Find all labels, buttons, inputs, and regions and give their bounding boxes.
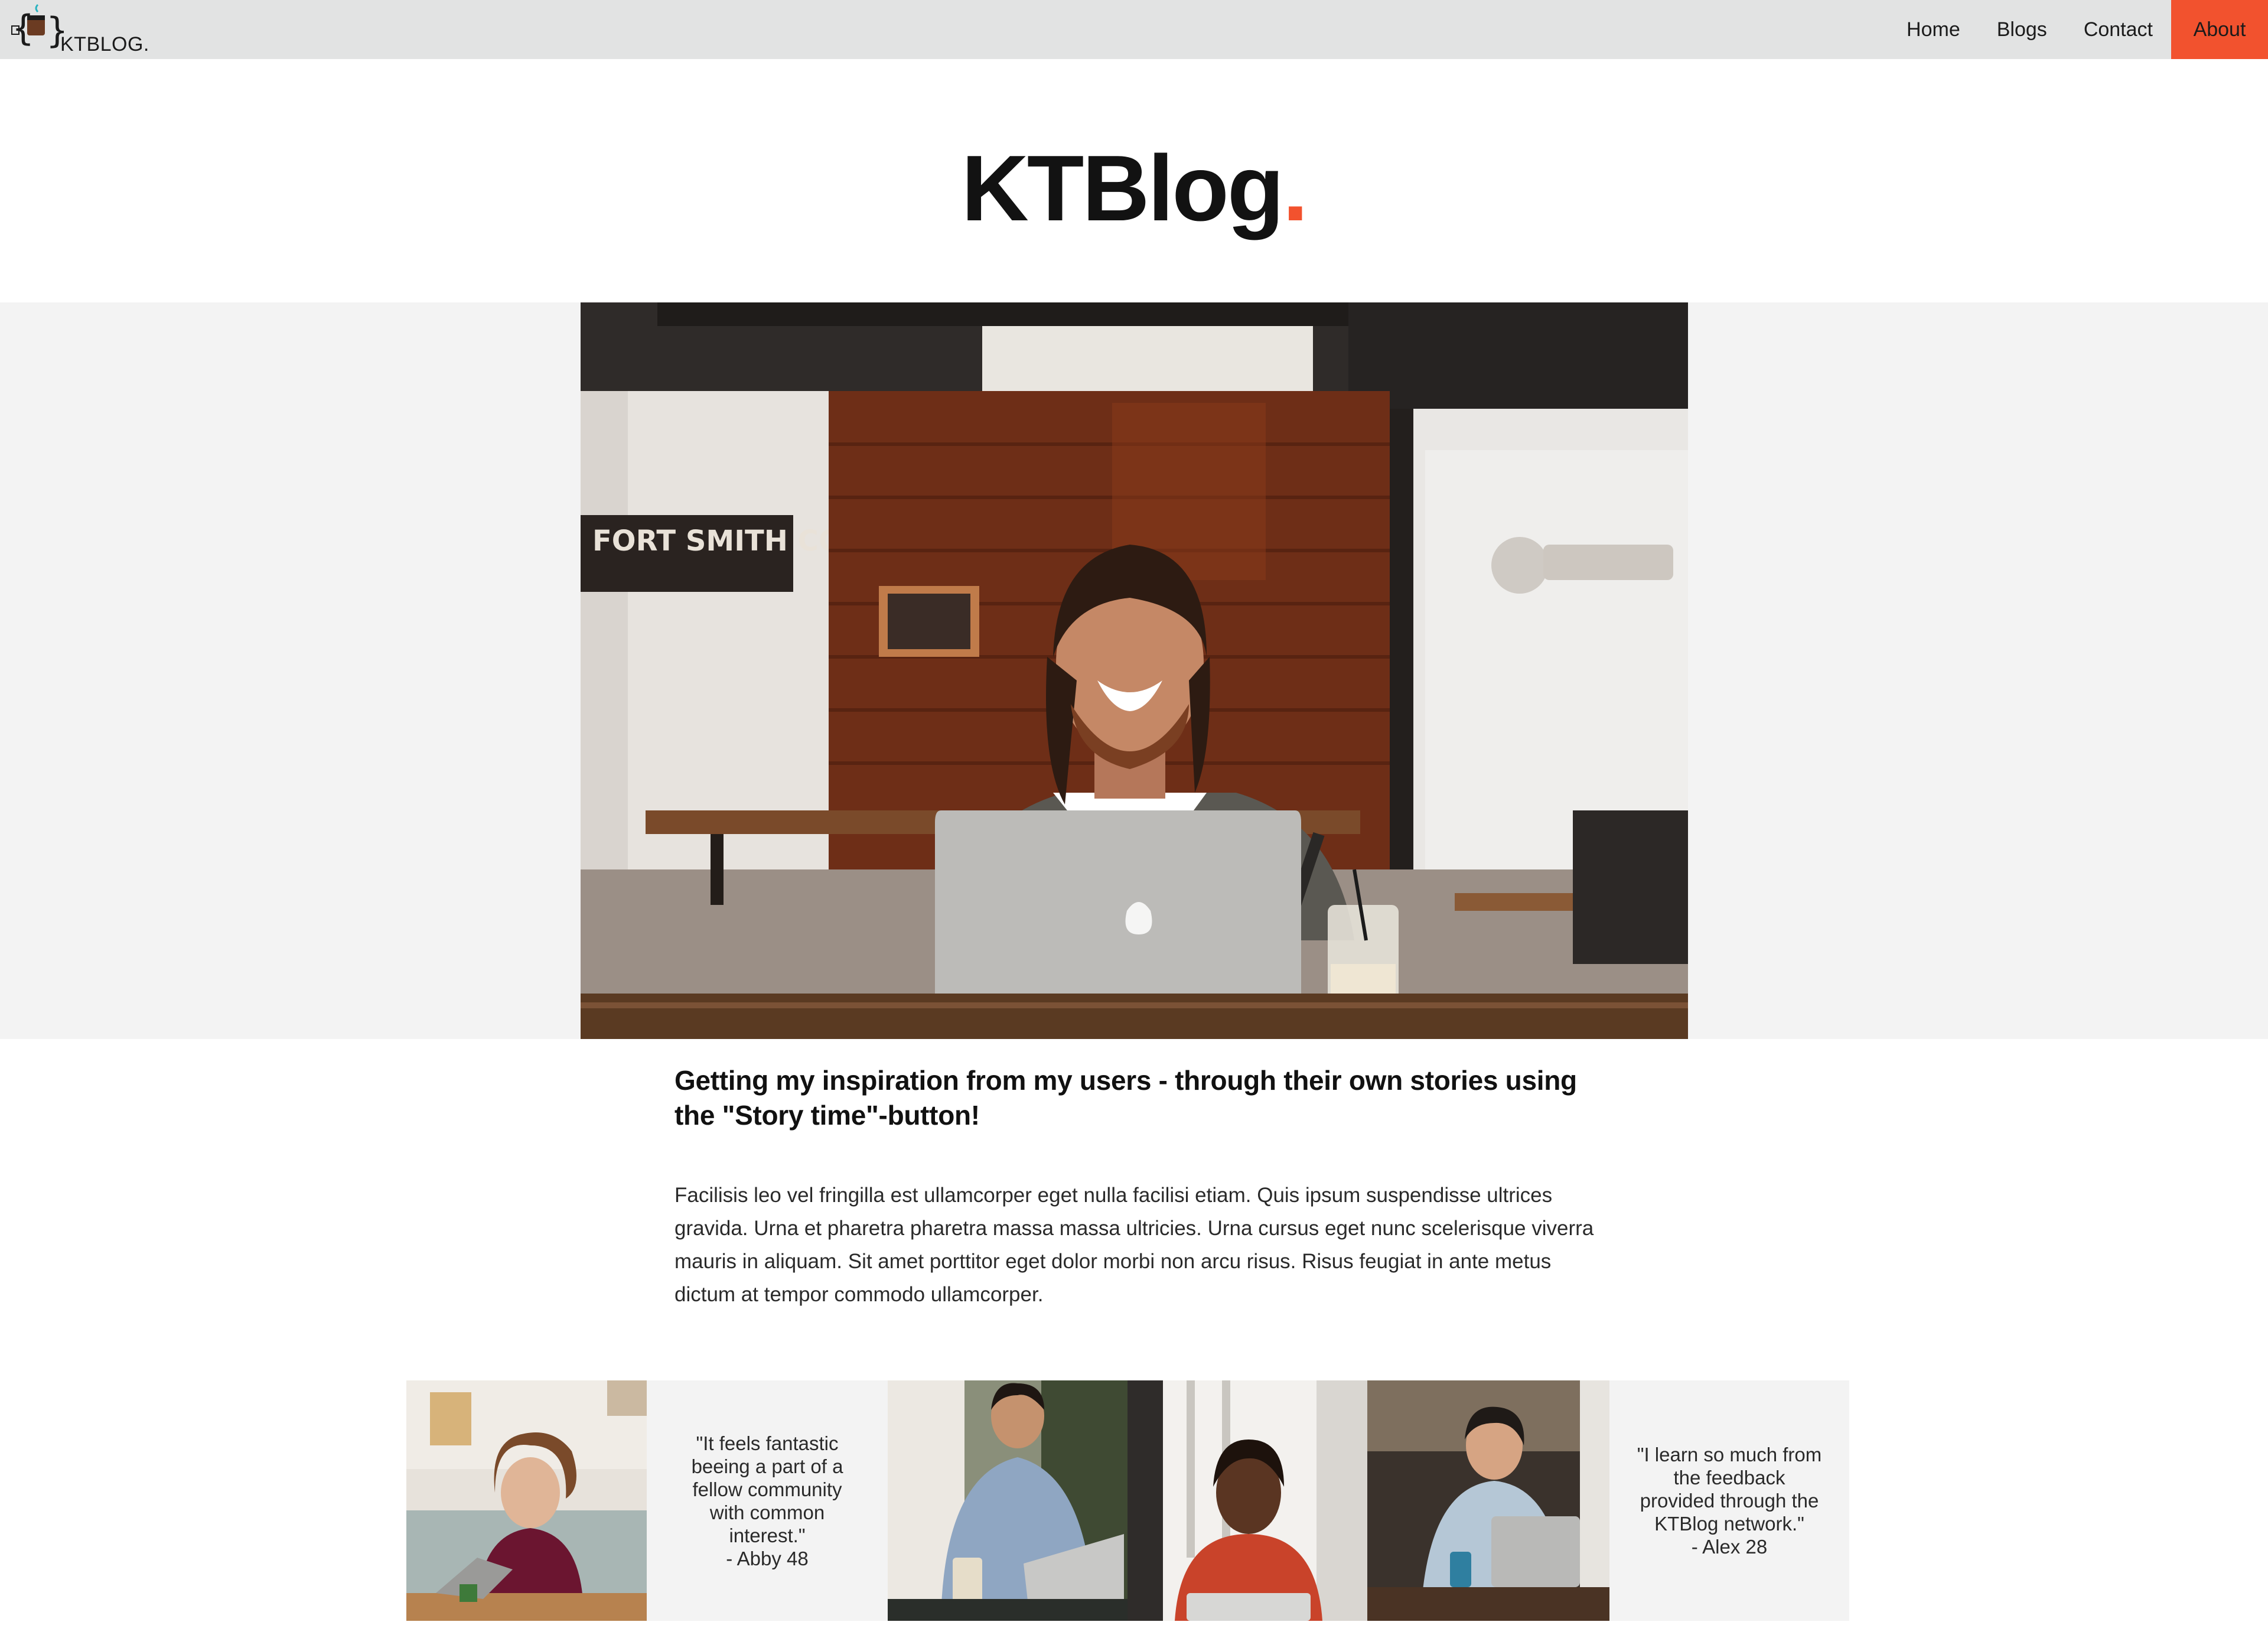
quote-line: provided through the <box>1640 1490 1819 1512</box>
quote-line: the feedback <box>1673 1467 1785 1489</box>
site-logo[interactable]: { } KTBLOG. <box>11 4 164 57</box>
quote-line: beeing a part of a <box>691 1455 843 1477</box>
quote-line: with common <box>709 1501 825 1523</box>
quote-line: "It feels fantastic <box>696 1432 839 1454</box>
testimonial-quote-alex: "I learn so much from the feedback provi… <box>1609 1380 1849 1621</box>
quote-text-abby: "It feels fantastic beeing a part of a f… <box>692 1432 843 1570</box>
testimonial-photo-alex <box>1367 1380 1609 1621</box>
testimonial-quote-abby: "It feels fantastic beeing a part of a f… <box>647 1380 888 1621</box>
testimonial-photo-3 <box>1128 1380 1367 1621</box>
article-heading: Getting my inspiration from my users - t… <box>674 1065 1577 1131</box>
quote-author: - Abby 48 <box>726 1547 809 1569</box>
quote-author: - Alex 28 <box>1691 1536 1768 1558</box>
logo-text: KTBLOG. <box>60 33 149 56</box>
testimonial-photo-abby <box>406 1380 647 1621</box>
page-title-text: KTBlog <box>961 136 1285 240</box>
page-title: KTBlog. <box>0 142 2268 235</box>
title-dot: . <box>1282 136 1308 240</box>
nav-home[interactable]: Home <box>1888 0 1979 59</box>
hero-photo: FORT SMITH COFFEE CO <box>581 302 1688 1039</box>
coffee-braces-icon: { } <box>11 4 64 51</box>
navbar: { } KTBLOG. Home Blogs Contact About <box>0 0 2268 59</box>
quote-line: KTBlog network." <box>1654 1513 1804 1535</box>
main-nav: Home Blogs Contact About <box>1888 0 2268 59</box>
quote-text-alex: "I learn so much from the feedback provi… <box>1637 1443 1822 1558</box>
nav-about[interactable]: About <box>2171 0 2268 59</box>
quote-line: fellow community <box>692 1478 842 1500</box>
quote-line: interest." <box>729 1524 806 1546</box>
nav-blogs[interactable]: Blogs <box>1979 0 2065 59</box>
quote-line: "I learn so much from <box>1637 1444 1822 1465</box>
article-body: Facilisis leo vel fringilla est ullamcor… <box>674 1184 1594 1306</box>
testimonial-photo-2 <box>888 1380 1128 1621</box>
nav-contact[interactable]: Contact <box>2065 0 2171 59</box>
